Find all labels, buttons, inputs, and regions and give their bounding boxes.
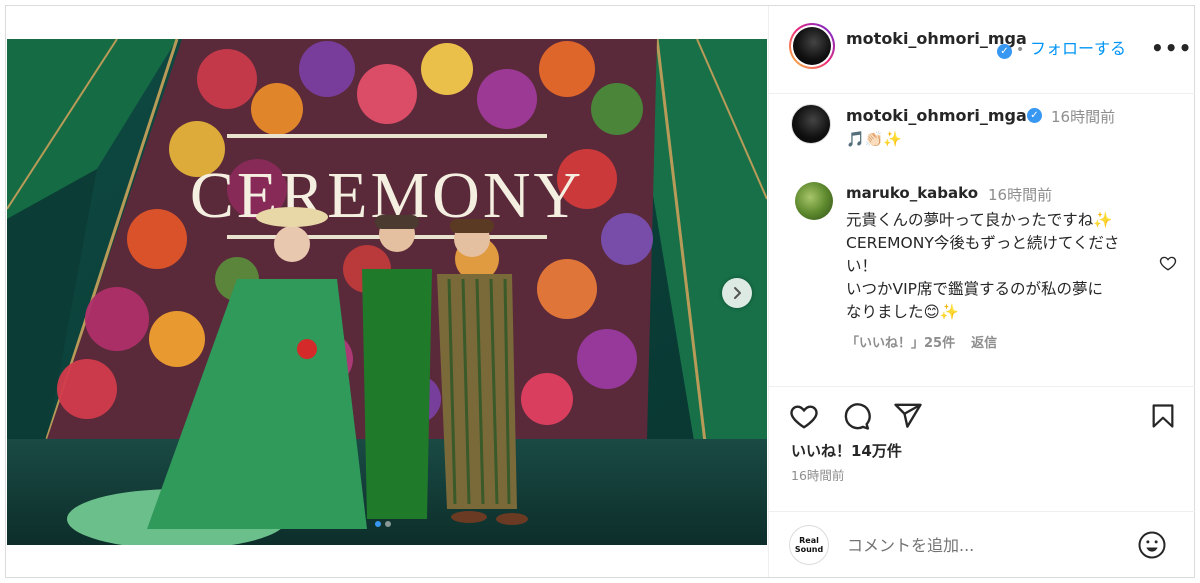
commenter-avatar[interactable] — [795, 182, 833, 220]
bookmark-icon — [1152, 404, 1174, 428]
viewer-avatar[interactable]: Real Sound — [789, 525, 829, 565]
comment-like-button[interactable] — [1159, 254, 1177, 276]
comment-line: い！ — [846, 257, 878, 275]
post-photo[interactable]: CEREMONY — [7, 39, 767, 545]
save-button[interactable] — [1149, 401, 1177, 435]
photo-illustration: CEREMONY — [7, 39, 767, 545]
caption-timestamp[interactable]: 16時間前 — [1051, 106, 1115, 127]
follow-button[interactable]: フォローする — [1030, 38, 1126, 60]
verified-badge-icon: ✓ — [997, 44, 1012, 59]
comment-username[interactable]: maruko_kabako — [846, 184, 978, 202]
carousel-dot-1 — [375, 521, 381, 527]
viewer-avatar-line1: Real — [799, 536, 819, 545]
comment-input[interactable] — [847, 532, 1127, 558]
carousel-dot-2 — [385, 521, 391, 527]
comment-line: CEREMONY今後もずっと続けてくださ — [846, 234, 1120, 252]
emoji-button[interactable] — [1137, 530, 1167, 564]
comment-meta: 「いいね！」25件 返信 — [846, 332, 997, 351]
comment-composer: Real Sound — [769, 511, 1195, 577]
next-photo-button[interactable] — [722, 278, 752, 308]
viewer-avatar-line2: Sound — [794, 545, 824, 554]
comment-timestamp[interactable]: 16時間前 — [988, 184, 1052, 205]
chevron-right-icon — [734, 287, 741, 299]
action-bar — [769, 386, 1195, 434]
author-username[interactable]: motoki_ohmori_mga — [846, 28, 1027, 50]
reply-button[interactable]: 返信 — [971, 332, 997, 351]
carousel-indicator — [375, 521, 391, 527]
author-avatar[interactable] — [789, 23, 835, 69]
comment-likes-count[interactable]: 「いいね！」25件 — [846, 332, 955, 351]
post-header: motoki_ohmori_mga ✓ • フォローする ••• — [769, 6, 1195, 94]
post-side-panel: motoki_ohmori_mga ✓ • フォローする ••• motoki_… — [768, 6, 1195, 577]
more-options-button[interactable]: ••• — [1151, 36, 1192, 60]
caption-author-avatar[interactable] — [791, 104, 831, 144]
share-button[interactable] — [893, 401, 923, 435]
header-separator: • — [1016, 42, 1025, 58]
heart-icon — [1159, 256, 1177, 271]
verified-badge-icon: ✓ — [1027, 108, 1042, 123]
caption-text: 🎵👏🏻✨ — [846, 130, 903, 148]
comment-line: なりました😊✨ — [846, 303, 959, 321]
comment-button[interactable] — [841, 401, 871, 435]
comment-icon — [844, 403, 871, 430]
share-icon — [894, 403, 922, 428]
emoji-icon — [1138, 531, 1166, 559]
caption-username[interactable]: motoki_ohmori_mga — [846, 106, 1027, 125]
comment-line: いつかVIP席で鑑賞するのが私の夢に — [846, 280, 1104, 298]
like-button[interactable] — [789, 401, 819, 435]
media-area: CEREMONY — [6, 6, 768, 577]
post-timestamp[interactable]: 16時間前 — [791, 465, 844, 484]
comment-text: 元貴くんの夢叶って良かったですね✨ CEREMONY今後もずっと続けてくださ い… — [846, 209, 1156, 324]
comment-line: 元貴くんの夢叶って良かったですね✨ — [846, 211, 1113, 229]
heart-icon — [790, 405, 818, 429]
post-dialog: CEREMONY motoki_ohmori_mga ✓ • フォローする ••… — [5, 5, 1195, 578]
likes-count[interactable]: いいね！14万件 — [791, 440, 902, 461]
